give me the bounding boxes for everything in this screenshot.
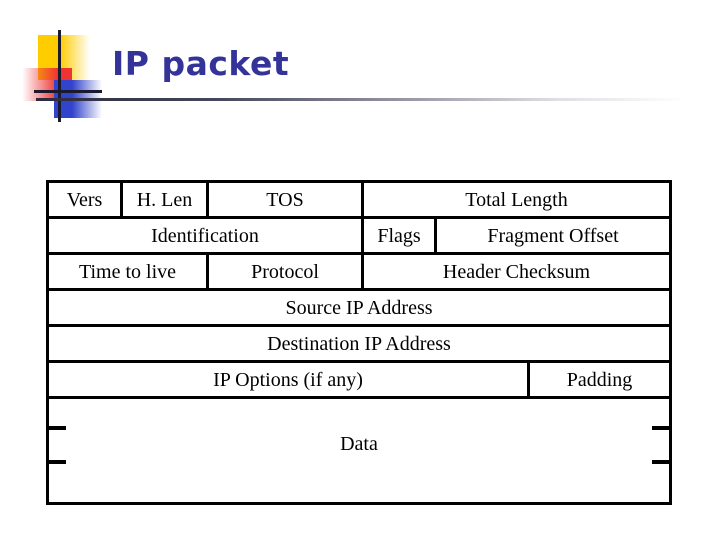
row-word-1: Vers H. Len TOS Total Length xyxy=(49,183,669,219)
diagram-header-rows: Vers H. Len TOS Total Length Identification F… xyxy=(49,183,669,399)
decorative-logo xyxy=(22,30,102,122)
packet-field-source-ip-address: Source IP Address xyxy=(285,296,433,319)
packet-field-vers: Vers xyxy=(49,183,123,216)
packet-field-padding: Padding xyxy=(566,368,633,391)
logo-vertical-line xyxy=(58,30,61,122)
logo-horizontal-line xyxy=(34,90,102,93)
packet-field-identification: Identification xyxy=(49,219,364,252)
ip-packet-diagram: Vers H. Len TOS Total Length Identification F… xyxy=(46,180,672,505)
row-word-6: IP Options (if any) Padding xyxy=(49,363,669,399)
slide-header: IP packet xyxy=(0,0,720,135)
row-word-3: Time to live Protocol Header Checksum xyxy=(49,255,669,291)
packet-field-flags: Flags xyxy=(364,219,437,252)
continuation-tick-left-upper xyxy=(49,426,66,430)
title-underline-rule xyxy=(36,98,686,101)
packet-field-ip-options-if-any: IP Options (if any) xyxy=(49,363,530,396)
packet-field-protocol: Protocol xyxy=(209,255,364,288)
packet-field-time-to-live: Time to live xyxy=(49,255,209,288)
slide-title: IP packet xyxy=(112,44,290,83)
packet-field-tos: TOS xyxy=(209,183,364,216)
packet-field-total-length: Total Length xyxy=(465,188,568,211)
row-word-4: Source IP Address xyxy=(49,291,669,327)
continuation-tick-left-lower xyxy=(49,460,66,464)
payload-data-label: Data xyxy=(340,433,378,455)
continuation-tick-right-lower xyxy=(652,460,669,464)
packet-field-destination-ip-address: Destination IP Address xyxy=(267,332,451,355)
payload-data-region: Data xyxy=(49,399,669,498)
packet-field-header-checksum: Header Checksum xyxy=(442,260,591,283)
continuation-tick-right-upper xyxy=(652,426,669,430)
row-word-5: Destination IP Address xyxy=(49,327,669,363)
packet-field-fragment-offset: Fragment Offset xyxy=(487,224,619,247)
row-word-2: Identification Flags Fragment Offset xyxy=(49,219,669,255)
packet-field-h-len: H. Len xyxy=(123,183,209,216)
